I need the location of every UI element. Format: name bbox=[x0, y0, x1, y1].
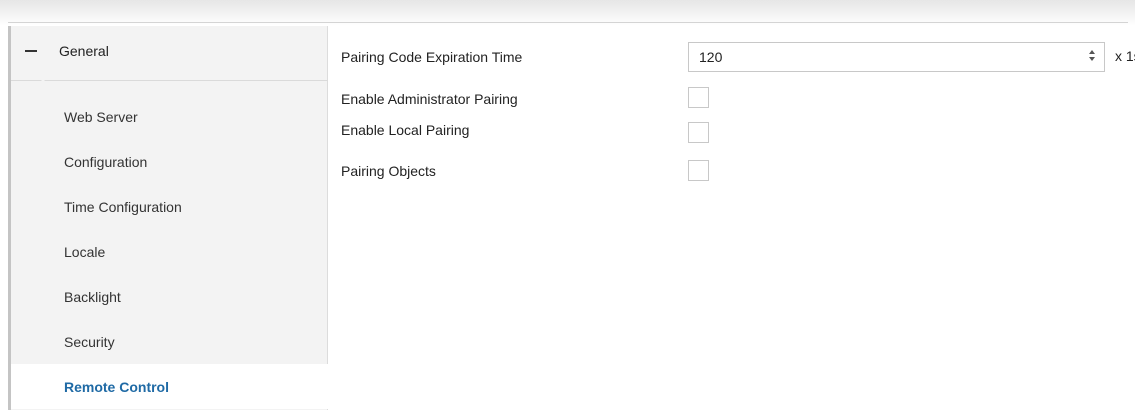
sidebar-item-locale[interactable]: Locale bbox=[11, 229, 328, 274]
sidebar: General Web Server Configuration Time Co… bbox=[8, 26, 331, 410]
spinner-arrows-icon[interactable] bbox=[1088, 49, 1096, 65]
spin-down-icon[interactable] bbox=[1089, 57, 1095, 61]
group-header-general[interactable]: General bbox=[11, 26, 328, 76]
pairing-objects-label: Pairing Objects bbox=[341, 163, 436, 179]
pairing-code-value: 120 bbox=[699, 49, 723, 65]
group-divider bbox=[11, 80, 328, 81]
pairing-code-unit: x 1s bbox=[1115, 48, 1135, 64]
sidebar-item-backlight[interactable]: Backlight bbox=[11, 274, 328, 319]
pairing-code-field: 120 x 1s bbox=[688, 42, 1135, 72]
group-notch bbox=[37, 76, 49, 82]
sidebar-item-time-configuration[interactable]: Time Configuration bbox=[11, 184, 328, 229]
sidebar-nav: Web Server Configuration Time Configurat… bbox=[11, 94, 331, 409]
collapse-minus-icon[interactable] bbox=[25, 50, 37, 52]
pairing-code-label: Pairing Code Expiration Time bbox=[341, 49, 523, 65]
sidebar-item-configuration[interactable]: Configuration bbox=[11, 139, 328, 184]
spin-up-icon[interactable] bbox=[1089, 50, 1095, 54]
pairing-objects-checkbox[interactable] bbox=[688, 160, 709, 181]
sidebar-item-web-server[interactable]: Web Server bbox=[11, 94, 328, 139]
local-pairing-label: Enable Local Pairing bbox=[341, 122, 470, 138]
group-label: General bbox=[59, 43, 109, 59]
settings-panel: Pairing Code Expiration Time 120 x 1s En… bbox=[329, 26, 1135, 410]
admin-pairing-checkbox[interactable] bbox=[688, 87, 709, 108]
pairing-code-input[interactable]: 120 bbox=[688, 42, 1105, 72]
sidebar-item-security[interactable]: Security bbox=[11, 319, 328, 364]
admin-pairing-label: Enable Administrator Pairing bbox=[341, 91, 518, 107]
local-pairing-checkbox[interactable] bbox=[688, 122, 709, 143]
top-divider bbox=[8, 22, 1128, 23]
sidebar-item-remote-control[interactable]: Remote Control bbox=[11, 364, 331, 409]
